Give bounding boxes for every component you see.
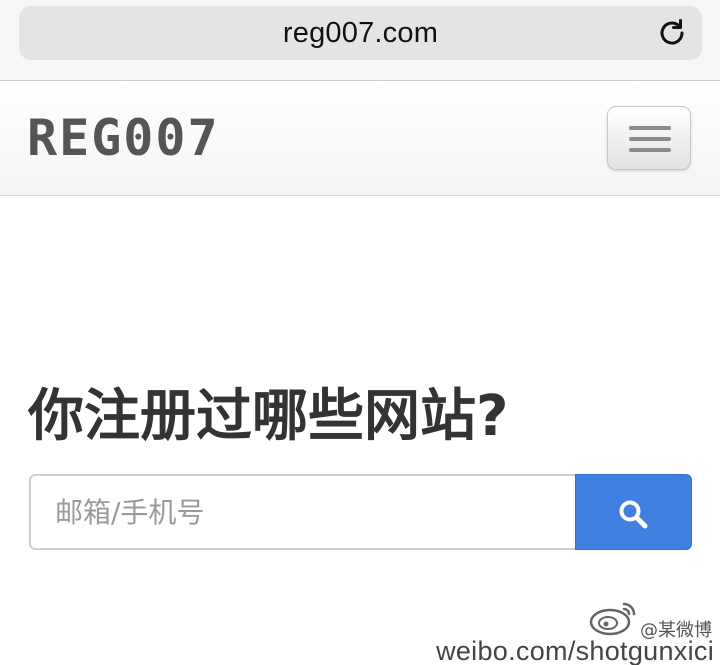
address-bar-url[interactable]: reg007.com [19,17,702,50]
search-icon [619,500,648,529]
reload-icon[interactable] [656,17,688,49]
page-headline: 你注册过哪些网站? [28,384,509,449]
address-bar[interactable]: reg007.com [19,6,702,60]
site-navbar: REG007 [0,81,720,196]
search-input[interactable] [29,474,576,550]
site-logo[interactable]: REG007 [27,113,220,163]
weibo-logo-icon [589,602,636,636]
browser-toolbar: reg007.com [0,0,720,81]
search-button[interactable] [575,474,692,550]
menu-toggle-button[interactable] [607,106,691,170]
watermark-url: weibo.com/shotgunxici [436,636,714,665]
